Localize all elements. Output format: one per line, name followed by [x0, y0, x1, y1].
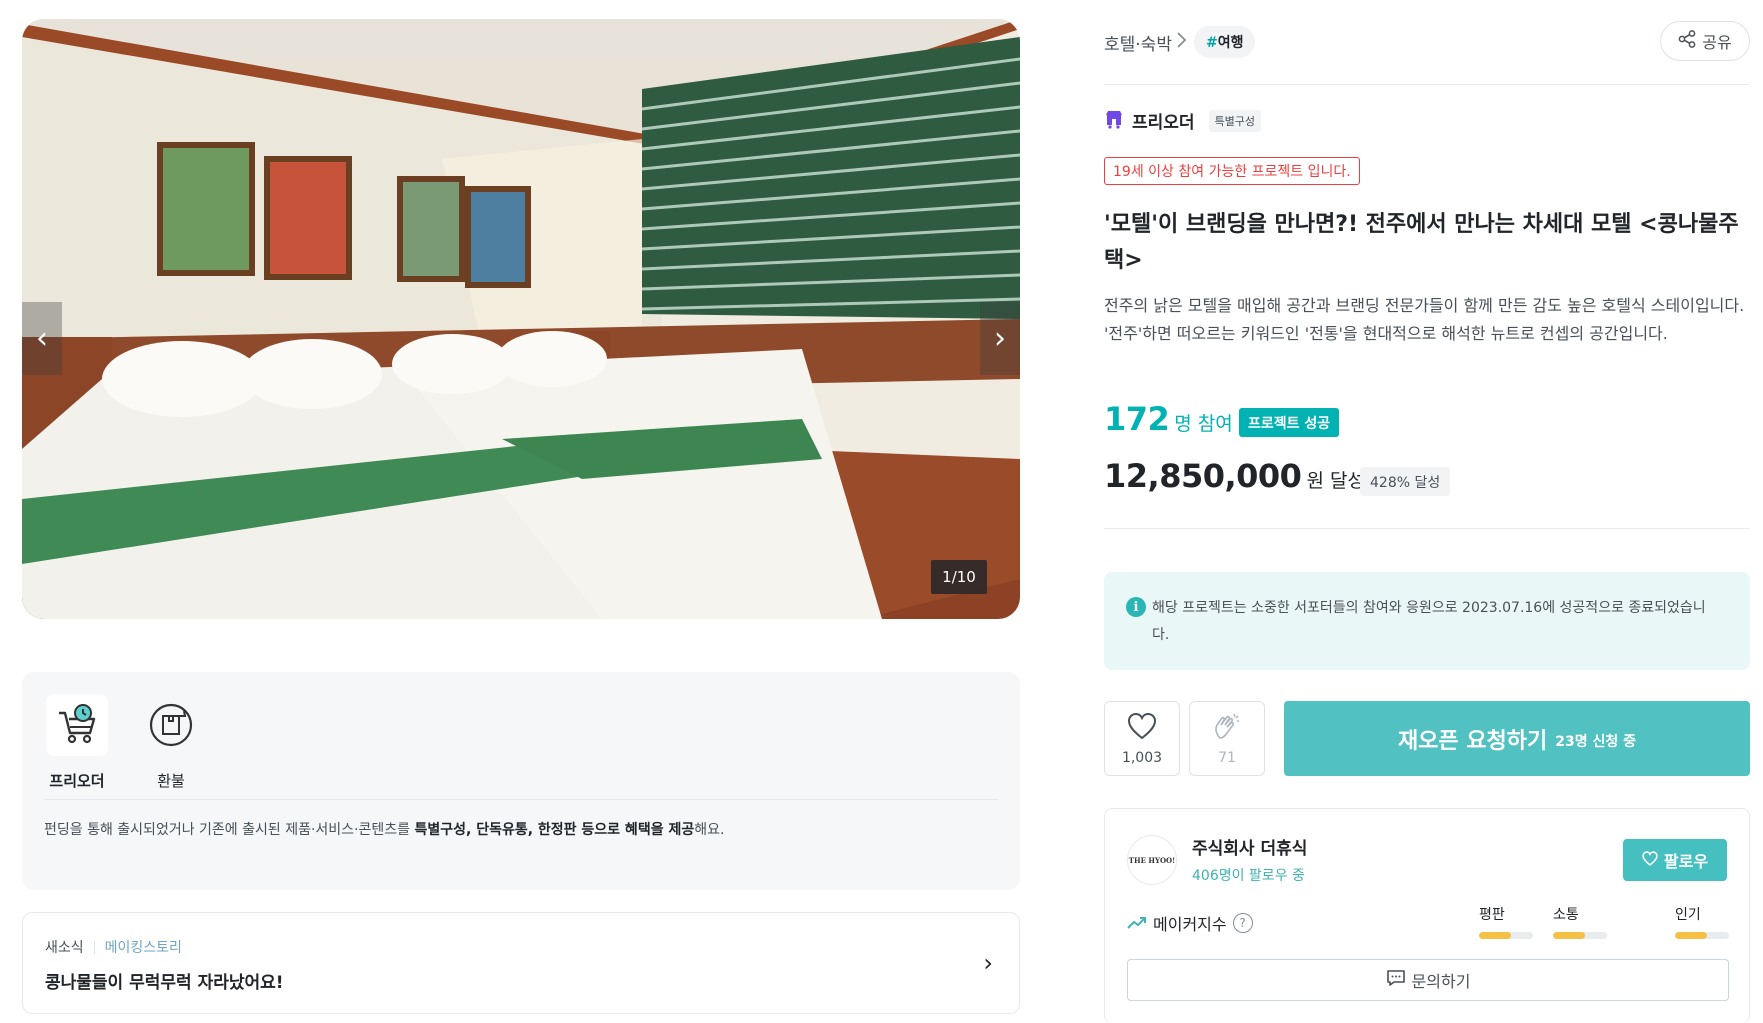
share-label: 공유 [1702, 33, 1732, 52]
chevron-right-icon [1176, 31, 1188, 54]
age-restriction-badge: 19세 이상 참여 가능한 프로젝트 입니다. [1104, 157, 1360, 185]
participants-stat: 172 명 참여 [1104, 400, 1233, 438]
benefit-refund[interactable]: 환불 [138, 694, 204, 791]
news-tag: 새소식 [45, 940, 84, 956]
follow-button[interactable]: 팔로우 [1623, 839, 1727, 881]
metric-label: 평판 [1479, 907, 1505, 923]
chat-icon [1386, 969, 1406, 991]
benefit-preorder[interactable]: 프리오더 [44, 694, 110, 791]
project-description: 전주의 낡은 모텔을 매입해 공간과 브랜딩 전문가들이 함께 만든 감도 높은… [1104, 296, 1745, 343]
follow-label: 팔로우 [1663, 852, 1709, 871]
news-card[interactable]: 새소식 메이킹스토리 콩나물들이 무럭무럭 자라났어요! › [22, 912, 1020, 1014]
hotel-room-photo [22, 19, 1020, 619]
metric-popularity: 인기 [1675, 904, 1729, 939]
maker-followers: 406명이 팔로우 중 [1192, 868, 1305, 884]
metric-reputation: 평판 [1479, 904, 1533, 939]
info-icon: i [1126, 597, 1146, 617]
reopen-request-button[interactable]: 재오픈 요청하기 23명 신청 중 [1284, 701, 1750, 776]
inquiry-label: 문의하기 [1411, 972, 1471, 991]
benefit-divider [44, 799, 998, 800]
product-image-gallery[interactable]: ‹ › 1/10 [22, 19, 1020, 619]
metric-label: 인기 [1675, 907, 1701, 923]
maker-index: 메이커지수 ? [1127, 911, 1253, 935]
funding-benefit-box: 프리오더 환불 펀딩을 통해 출시되었거나 기존에 출시된 제품·서비스·콘텐츠… [22, 672, 1020, 890]
maker-card: THE HYOO! 주식회사 더휴식 406명이 팔로우 중 팔로우 메이커지수… [1104, 808, 1750, 1023]
participants-count: 172 [1104, 400, 1170, 438]
reopen-count: 23명 신청 중 [1555, 734, 1637, 750]
making-story-tag: 메이킹스토리 [104, 940, 182, 956]
maker-name[interactable]: 주식회사 더휴식 [1192, 834, 1307, 859]
breadcrumb: 호텔·숙박 #여행 [1104, 26, 1256, 58]
project-title: '모텔'이 브랜딩을 만나면?! 전주에서 만나는 차세대 모텔 <콩나물주택> [1104, 212, 1739, 273]
metric-bar [1479, 932, 1533, 939]
inquiry-button[interactable]: 문의하기 [1127, 959, 1729, 1001]
project-type-row: 프리오더 특별구성 [1104, 108, 1262, 133]
travel-tag[interactable]: #여행 [1193, 26, 1256, 58]
gallery-prev-button[interactable]: ‹ [22, 302, 62, 375]
amount-stat: 12,850,000 원 달성 [1104, 457, 1365, 495]
benefit-refund-label: 환불 [157, 772, 185, 790]
clap-icon [1212, 712, 1242, 744]
divider [1104, 528, 1750, 529]
benefit-description: 펀딩을 통해 출시되었거나 기존에 출시된 제품·서비스·콘텐츠를 특별구성, … [44, 822, 725, 838]
completion-notice: i 해당 프로젝트는 소중한 서포터들의 참여와 응원으로 2023.07.16… [1104, 572, 1750, 670]
amount-unit: 원 달성 [1306, 470, 1365, 492]
participants-unit: 명 참여 [1174, 413, 1233, 435]
metric-bar [1675, 932, 1729, 939]
category-link[interactable]: 호텔·숙박 [1104, 30, 1172, 55]
share-button[interactable]: 공유 [1660, 21, 1750, 61]
heart-icon [1127, 712, 1157, 744]
preorder-shop-icon [1104, 109, 1124, 133]
metric-communication: 소통 [1553, 904, 1607, 939]
maker-logo[interactable]: THE HYOO! [1127, 835, 1177, 885]
project-type-label: 프리오더 [1132, 113, 1195, 133]
gallery-counter: 1/10 [931, 560, 987, 594]
cart-clock-icon [46, 694, 108, 756]
refund-icon [140, 694, 202, 756]
cheer-count: 71 [1218, 749, 1236, 766]
reopen-label: 재오픈 요청하기 [1397, 728, 1548, 754]
achievement-badge: 428% 달성 [1360, 467, 1451, 496]
news-tag-divider [93, 940, 95, 954]
project-info-panel: 호텔·숙박 #여행 공유 프리오더 특별구성 19세 이상 참여 가능한 프로젝… [1104, 0, 1750, 1023]
amount-value: 12,850,000 [1104, 457, 1302, 495]
notice-text: 해당 프로젝트는 소중한 서포터들의 참여와 응원으로 2023.07.16에 … [1152, 600, 1706, 643]
metric-label: 소통 [1553, 907, 1579, 923]
benefit-preorder-label: 프리오더 [49, 772, 105, 790]
cheer-button[interactable]: 71 [1189, 701, 1265, 776]
divider [1104, 84, 1750, 85]
help-icon[interactable]: ? [1232, 913, 1253, 933]
heart-icon [1642, 850, 1658, 870]
metric-bar [1553, 932, 1607, 939]
like-count: 1,003 [1121, 749, 1163, 766]
news-title: 콩나물들이 무럭무럭 자라났어요! [45, 973, 284, 993]
special-badge: 특별구성 [1208, 109, 1262, 132]
like-button[interactable]: 1,003 [1104, 701, 1180, 776]
chevron-right-icon: › [983, 949, 993, 977]
share-icon [1678, 30, 1696, 52]
maker-index-label: 메이커지수 [1153, 915, 1227, 934]
trending-up-icon [1127, 914, 1147, 933]
status-badge: 프로젝트 성공 [1239, 408, 1340, 437]
gallery-next-button[interactable]: › [980, 302, 1020, 375]
